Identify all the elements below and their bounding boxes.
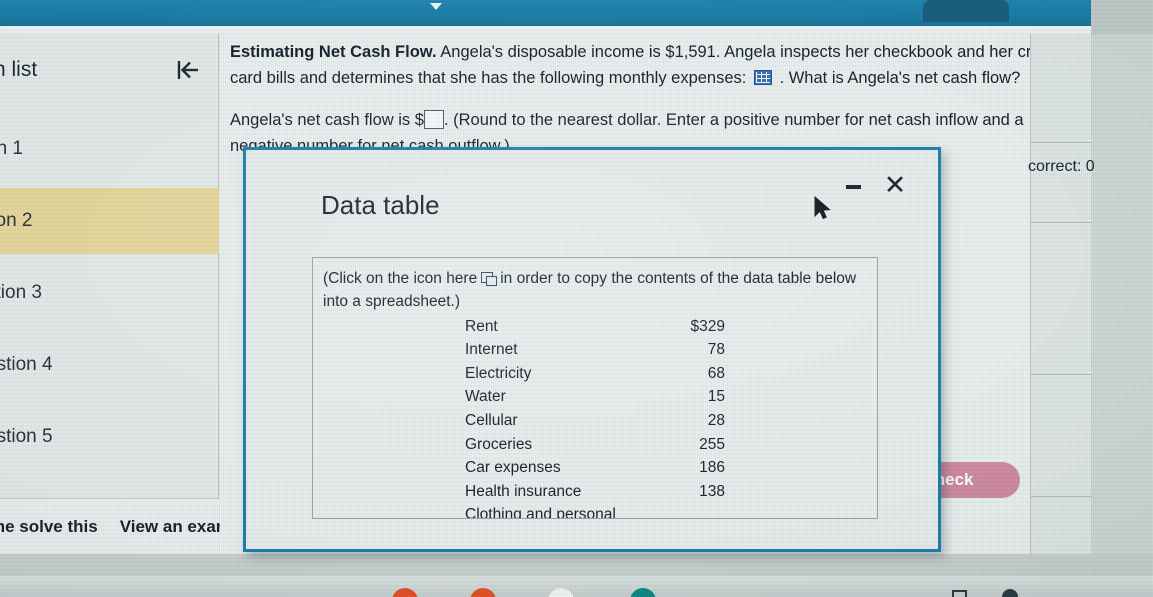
panel-divider xyxy=(1031,496,1092,497)
panel-divider xyxy=(1031,222,1092,223)
expense-label: Car expenses xyxy=(465,459,561,477)
taskbar-app-icon[interactable] xyxy=(630,588,656,597)
close-icon[interactable]: ✕ xyxy=(880,170,910,200)
expense-label: Water xyxy=(465,388,506,406)
expense-label: Groceries xyxy=(465,435,533,453)
sidebar-header: n list xyxy=(0,48,219,92)
copy-hint-text: (Click on the icon here in order to copy … xyxy=(323,267,873,314)
sidebar-item-question-4[interactable]: estion 4 xyxy=(0,332,219,398)
table-row: Water 15 xyxy=(465,386,725,410)
question-bold-lead: Estimating Net Cash Flow. xyxy=(230,43,437,61)
table-row: Cellular 28 xyxy=(465,409,725,433)
answer-prefix-label: Angela's net cash flow is $ xyxy=(230,111,424,129)
expense-label: Clothing and personal items xyxy=(465,506,616,519)
screen-photo: n list on 1 tion 2 stion 3 estio xyxy=(0,0,1153,597)
sidebar-item-question-3[interactable]: stion 3 xyxy=(0,260,219,326)
browser-window-right-edge xyxy=(1091,0,1153,34)
question-text: Estimating Net Cash Flow. Angela's dispo… xyxy=(230,40,1068,91)
sidebar-item-question-1[interactable]: on 1 xyxy=(0,116,219,182)
table-row: Groceries 255 xyxy=(465,433,725,457)
table-row: Electricity 68 xyxy=(465,362,725,386)
collapse-to-start-arrow-icon[interactable] xyxy=(169,51,207,89)
results-panel: correct: 0 xyxy=(1028,34,1095,554)
spreadsheet-grid-icon[interactable] xyxy=(753,69,772,85)
expense-value: 255 xyxy=(699,435,725,453)
expense-label: Internet xyxy=(465,341,518,359)
copy-icon[interactable] xyxy=(481,272,498,286)
sidebar-item-label: stion 3 xyxy=(0,282,42,303)
browser-tab-bar[interactable] xyxy=(0,0,1091,26)
question-list-sidebar: n list on 1 tion 2 stion 3 estio xyxy=(0,34,231,554)
sidebar-item-label: tion 2 xyxy=(0,210,33,231)
sidebar-title: n list xyxy=(0,58,38,81)
tray-display-icon[interactable] xyxy=(952,590,967,597)
sidebar-item-label: on 1 xyxy=(0,138,23,159)
sidebar-item-question-5[interactable]: estion 5 xyxy=(0,404,219,470)
panel-divider xyxy=(1031,142,1092,143)
table-row: Clothing and personal items 116 xyxy=(465,504,725,519)
expense-label: Health insurance xyxy=(465,482,582,500)
expense-value: $329 xyxy=(690,317,725,335)
expense-label: Electricity xyxy=(465,364,532,382)
table-row: Car expenses 186 xyxy=(465,457,725,481)
taskbar-app-icon[interactable] xyxy=(392,588,418,597)
data-table-dialog: Data table ✕ (Click on the icon here in o… xyxy=(243,147,941,552)
taskbar-app-icon[interactable] xyxy=(548,588,574,597)
expense-value: 28 xyxy=(707,411,725,429)
expense-value: 68 xyxy=(707,364,725,382)
dialog-titlebar[interactable]: Data table ✕ xyxy=(246,150,938,236)
question-body-part2: . What is Angela's net cash flow? xyxy=(779,68,1021,87)
expense-label: Cellular xyxy=(465,411,518,429)
minimize-icon[interactable] xyxy=(840,174,866,200)
tray-status-icon[interactable] xyxy=(1002,589,1018,597)
table-row: Health insurance 138 xyxy=(465,480,725,504)
expense-label: Rent xyxy=(465,317,498,335)
copy-hint-part1: (Click on the icon here xyxy=(323,270,478,287)
table-row: Internet 78 xyxy=(465,339,725,363)
taskbar-app-icon[interactable] xyxy=(470,588,496,597)
dialog-title: Data table xyxy=(321,190,440,220)
sidebar-item-question-2[interactable]: tion 2 xyxy=(0,188,219,254)
expense-value: 116 xyxy=(647,504,725,518)
expense-value: 15 xyxy=(707,388,725,406)
expense-value: 78 xyxy=(707,341,725,359)
dialog-content: (Click on the icon here in order to copy … xyxy=(312,257,878,519)
sidebar-item-label: estion 5 xyxy=(0,426,53,447)
correct-count-label: correct: 0 xyxy=(1028,158,1095,175)
desktop-gap xyxy=(0,554,1153,576)
tab-indicator-icon xyxy=(430,3,442,10)
expense-value: 138 xyxy=(699,482,725,500)
os-taskbar[interactable] xyxy=(0,576,1153,597)
table-row: Rent $329 xyxy=(465,315,725,339)
expense-data-table: Rent $329 Internet 78 Electricity 68 Wat… xyxy=(465,315,725,519)
mouse-cursor-icon xyxy=(814,195,832,227)
expense-table-body: Rent $329 Internet 78 Electricity 68 Wat… xyxy=(465,315,725,519)
sidebar-footer-actions: me solve this View an exam xyxy=(0,498,231,554)
panel-divider xyxy=(1031,374,1092,375)
expense-value: 186 xyxy=(699,459,725,477)
browser-tab[interactable] xyxy=(923,0,1009,22)
help-me-solve-this-button[interactable]: me solve this xyxy=(0,517,98,537)
view-an-example-button[interactable]: View an exam xyxy=(120,517,231,537)
net-cash-flow-input[interactable] xyxy=(423,110,444,129)
sidebar-item-label: estion 4 xyxy=(0,354,53,375)
